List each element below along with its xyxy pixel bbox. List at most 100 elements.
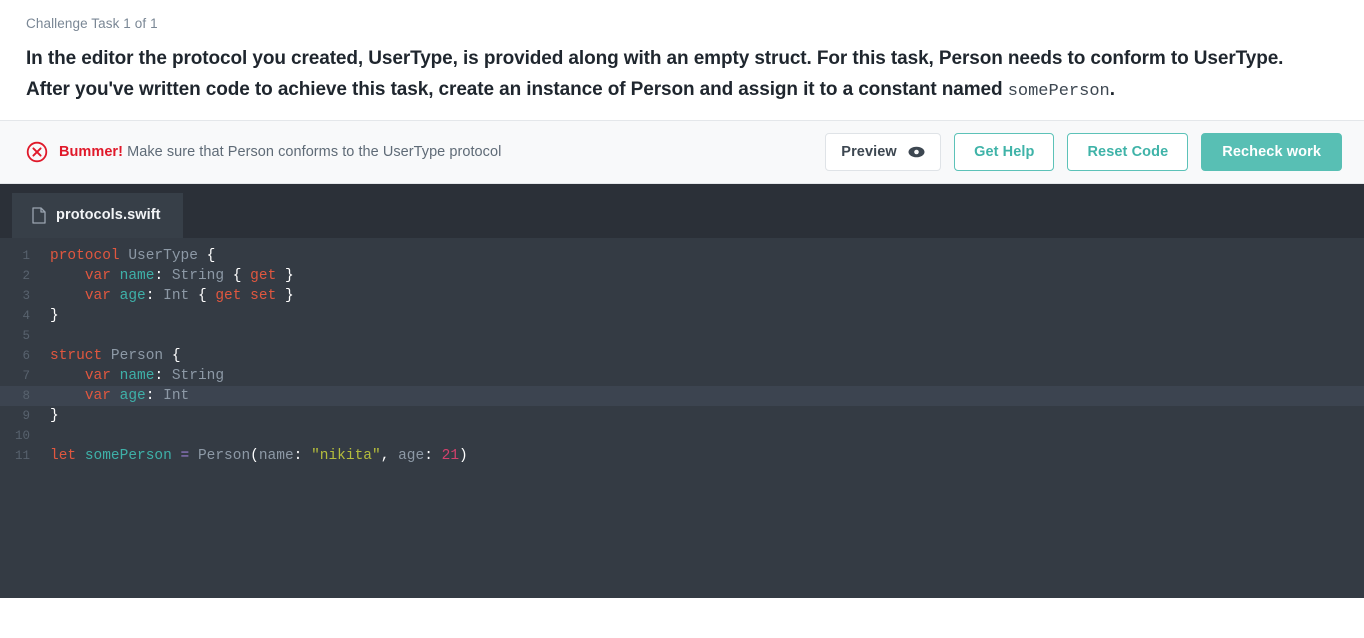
code-token: 21: [441, 447, 460, 464]
code-line[interactable]: 8 var age: Int: [0, 385, 1364, 406]
code-token: Int: [163, 387, 190, 404]
task-paragraph-2-text: After you've written code to achieve thi…: [26, 78, 1008, 100]
line-number: 9: [22, 408, 30, 423]
code-token: }: [284, 267, 294, 284]
code-token: (: [250, 447, 259, 464]
code-token: =: [180, 447, 190, 464]
code-token: {: [197, 287, 207, 304]
code-token: age: [119, 387, 146, 404]
code-token: }: [50, 407, 59, 424]
file-document-icon: [32, 206, 46, 224]
task-header: Challenge Task 1 of 1 In the editor the …: [0, 0, 1364, 120]
code-token: let: [50, 447, 77, 464]
code-line[interactable]: 1 protocol UserType {: [0, 246, 1364, 266]
action-buttons: Preview Get Help Reset Code Recheck work: [825, 132, 1342, 171]
code-token: get: [250, 267, 277, 284]
code-token: Int: [163, 287, 190, 304]
recheck-work-button[interactable]: Recheck work: [1201, 132, 1342, 171]
task-paragraph-1: In the editor the protocol you created, …: [26, 48, 1284, 69]
code-line[interactable]: 6 struct Person {: [0, 346, 1364, 366]
code-line-text: let somePerson = Person(name: "nikita", …: [34, 446, 468, 466]
code-token: somePerson: [84, 447, 172, 464]
line-number: 11: [14, 448, 30, 463]
recheck-work-button-label: Recheck work: [1222, 143, 1321, 160]
code-token: :: [154, 367, 164, 384]
code-token: name: [119, 367, 155, 384]
code-line[interactable]: 7 var name: String: [0, 366, 1364, 386]
code-token: }: [284, 287, 294, 304]
task-paragraph-2: After you've written code to achieve thi…: [26, 75, 1338, 106]
code-token: protocol: [50, 247, 120, 264]
code-content[interactable]: 1 protocol UserType {2 var name: String {…: [0, 237, 1364, 466]
code-token: get: [215, 287, 242, 304]
code-token: age: [389, 447, 425, 464]
line-number: 7: [22, 368, 30, 383]
code-line-text: }: [34, 406, 59, 426]
status-action-bar: Bummer! Make sure that Person conforms t…: [0, 119, 1364, 184]
code-token: }: [50, 307, 59, 324]
code-token: UserType: [128, 247, 198, 264]
code-line-text: struct Person {: [34, 346, 181, 366]
line-number: 10: [14, 428, 30, 443]
code-line[interactable]: 5: [0, 326, 1364, 346]
code-editor[interactable]: protocols.swift 1 protocol UserType {2 va…: [0, 183, 1364, 598]
task-description: In the editor the protocol you created, …: [26, 44, 1338, 106]
code-token: var: [84, 287, 111, 304]
code-token: Person: [110, 347, 164, 364]
code-line-text: var name: String: [34, 366, 224, 386]
task-counter: Challenge Task 1 of 1: [26, 16, 158, 31]
tab-protocols-swift[interactable]: protocols.swift: [12, 192, 183, 238]
get-help-button[interactable]: Get Help: [954, 132, 1055, 171]
code-token: String: [171, 267, 225, 284]
task-paragraph-2-period: .: [1109, 78, 1115, 100]
status-detail: Make sure that Person conforms to the Us…: [123, 143, 502, 160]
code-token: name: [258, 447, 294, 464]
preview-button-label: Preview: [841, 143, 897, 160]
line-number: 3: [22, 288, 30, 303]
code-token: Person: [197, 447, 251, 464]
code-line-text: var name: String { get }: [34, 266, 294, 286]
status-message-group: Bummer! Make sure that Person conforms t…: [26, 141, 501, 163]
code-line[interactable]: 2 var name: String { get }: [0, 266, 1364, 286]
code-token: name: [119, 267, 155, 284]
code-line[interactable]: 11 let somePerson = Person(name: "nikita"…: [0, 446, 1364, 466]
code-token: age: [119, 287, 146, 304]
line-number: 8: [22, 388, 30, 403]
eye-icon: [908, 146, 925, 158]
code-line-text: var age: Int: [34, 386, 189, 406]
inline-code-someperson: somePerson: [1007, 81, 1110, 101]
code-token: var: [84, 367, 111, 384]
line-number: 5: [22, 328, 30, 343]
code-line[interactable]: 9}: [0, 406, 1364, 426]
status-prefix: Bummer!: [59, 143, 123, 160]
tab-label: protocols.swift: [56, 207, 161, 224]
code-line[interactable]: 4}: [0, 306, 1364, 326]
line-number: 4: [22, 308, 30, 323]
reset-code-button[interactable]: Reset Code: [1067, 132, 1189, 171]
code-line-text: var age: Int { get set }: [34, 286, 294, 306]
code-token: :: [154, 267, 164, 284]
preview-button[interactable]: Preview: [825, 132, 942, 171]
code-line[interactable]: 10: [0, 426, 1364, 446]
code-line[interactable]: 3 var age: Int { get set }: [0, 286, 1364, 306]
